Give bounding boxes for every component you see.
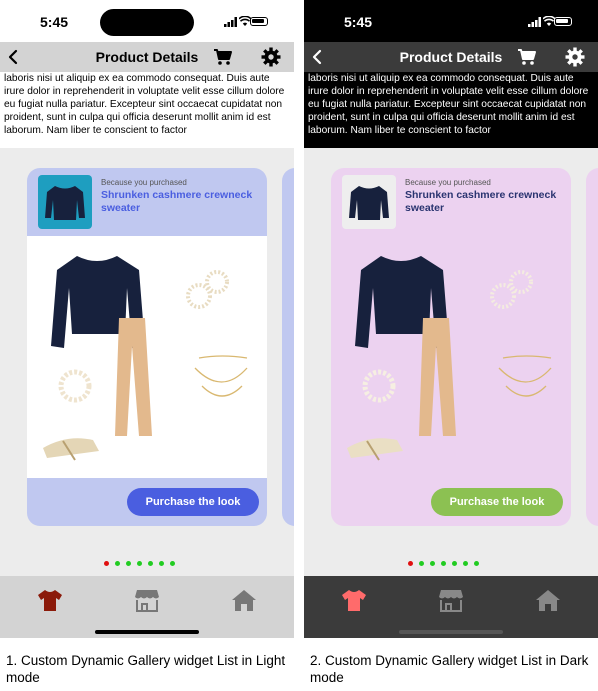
description-text: laboris nisi ut aliquip ex ea commodo co… [304, 72, 598, 148]
outfit-image [347, 256, 552, 461]
store-icon[interactable] [438, 588, 464, 612]
dynamic-island [404, 9, 498, 36]
page-dot[interactable] [170, 561, 175, 566]
status-time: 5:45 [40, 14, 69, 30]
page-dot[interactable] [430, 561, 435, 566]
home-indicator [399, 630, 503, 634]
dynamic-island [100, 9, 194, 36]
next-card-peek[interactable] [586, 168, 598, 526]
status-bar: 5:45 [0, 0, 294, 42]
status-icons [224, 15, 268, 29]
dark-mode-screen: 5:45 Product Details laboris nisi ut ali… [304, 0, 598, 638]
caption-dark: 2. Custom Dynamic Gallery widget List in… [310, 653, 589, 685]
cart-icon[interactable] [517, 48, 537, 66]
card-header: Because you purchased Shrunken cashmere … [331, 168, 571, 236]
sweater-icon [349, 186, 389, 220]
home-indicator [95, 630, 199, 634]
page-title: Product Details [399, 49, 503, 65]
battery-icon [250, 17, 268, 26]
product-thumbnail [38, 175, 92, 229]
caption-light: 1. Custom Dynamic Gallery widget List in… [6, 653, 286, 685]
signal-icon [528, 17, 541, 27]
page-dot[interactable] [148, 561, 153, 566]
cart-icon[interactable] [213, 48, 233, 66]
bottom-tab-bar [304, 576, 598, 638]
purchase-look-button[interactable]: Purchase the look [431, 488, 563, 516]
page-dot[interactable] [452, 561, 457, 566]
outfit-image [43, 256, 248, 461]
sweater-icon [45, 186, 85, 220]
page-dot[interactable] [137, 561, 142, 566]
page-dot[interactable] [463, 561, 468, 566]
tshirt-icon[interactable] [37, 588, 63, 612]
battery-icon [554, 17, 572, 26]
status-icons [528, 15, 572, 29]
status-bar: 5:45 [304, 0, 598, 42]
next-card-peek[interactable] [282, 168, 294, 526]
store-icon[interactable] [134, 588, 160, 612]
card-header: Because you purchased Shrunken cashmere … [27, 168, 267, 236]
tshirt-icon[interactable] [341, 588, 367, 612]
gallery-card[interactable]: Because you purchased Shrunken cashmere … [331, 168, 571, 526]
gallery-card[interactable]: Because you purchased Shrunken cashmere … [27, 168, 267, 526]
product-thumbnail [342, 175, 396, 229]
page-dot[interactable] [419, 561, 424, 566]
home-icon[interactable] [535, 588, 561, 612]
product-name: Shrunken cashmere crewneck sweater [101, 189, 253, 214]
app-header: Product Details [304, 42, 598, 72]
look-image [27, 236, 267, 478]
product-name: Shrunken cashmere crewneck sweater [405, 189, 557, 214]
bottom-tab-bar [0, 576, 294, 638]
page-dot[interactable] [408, 561, 413, 566]
page-dot[interactable] [159, 561, 164, 566]
page-dot[interactable] [126, 561, 131, 566]
page-dot[interactable] [441, 561, 446, 566]
status-time: 5:45 [344, 14, 373, 30]
page-dot[interactable] [474, 561, 479, 566]
signal-icon [224, 17, 237, 27]
dynamic-gallery[interactable]: Because you purchased Shrunken cashmere … [304, 148, 598, 576]
page-title: Product Details [95, 49, 199, 65]
because-label: Because you purchased [405, 178, 491, 187]
home-icon[interactable] [231, 588, 257, 612]
description-text: laboris nisi ut aliquip ex ea commodo co… [0, 72, 294, 148]
purchase-look-button[interactable]: Purchase the look [127, 488, 259, 516]
gear-icon[interactable] [565, 47, 585, 67]
app-header: Product Details [0, 42, 294, 72]
page-dot[interactable] [115, 561, 120, 566]
light-mode-screen: 5:45 Product Details laboris nisi ut ali… [0, 0, 294, 638]
dynamic-gallery[interactable]: Because you purchased Shrunken cashmere … [0, 148, 294, 576]
look-image [331, 236, 571, 478]
page-dot[interactable] [104, 561, 109, 566]
because-label: Because you purchased [101, 178, 187, 187]
gear-icon[interactable] [261, 47, 281, 67]
